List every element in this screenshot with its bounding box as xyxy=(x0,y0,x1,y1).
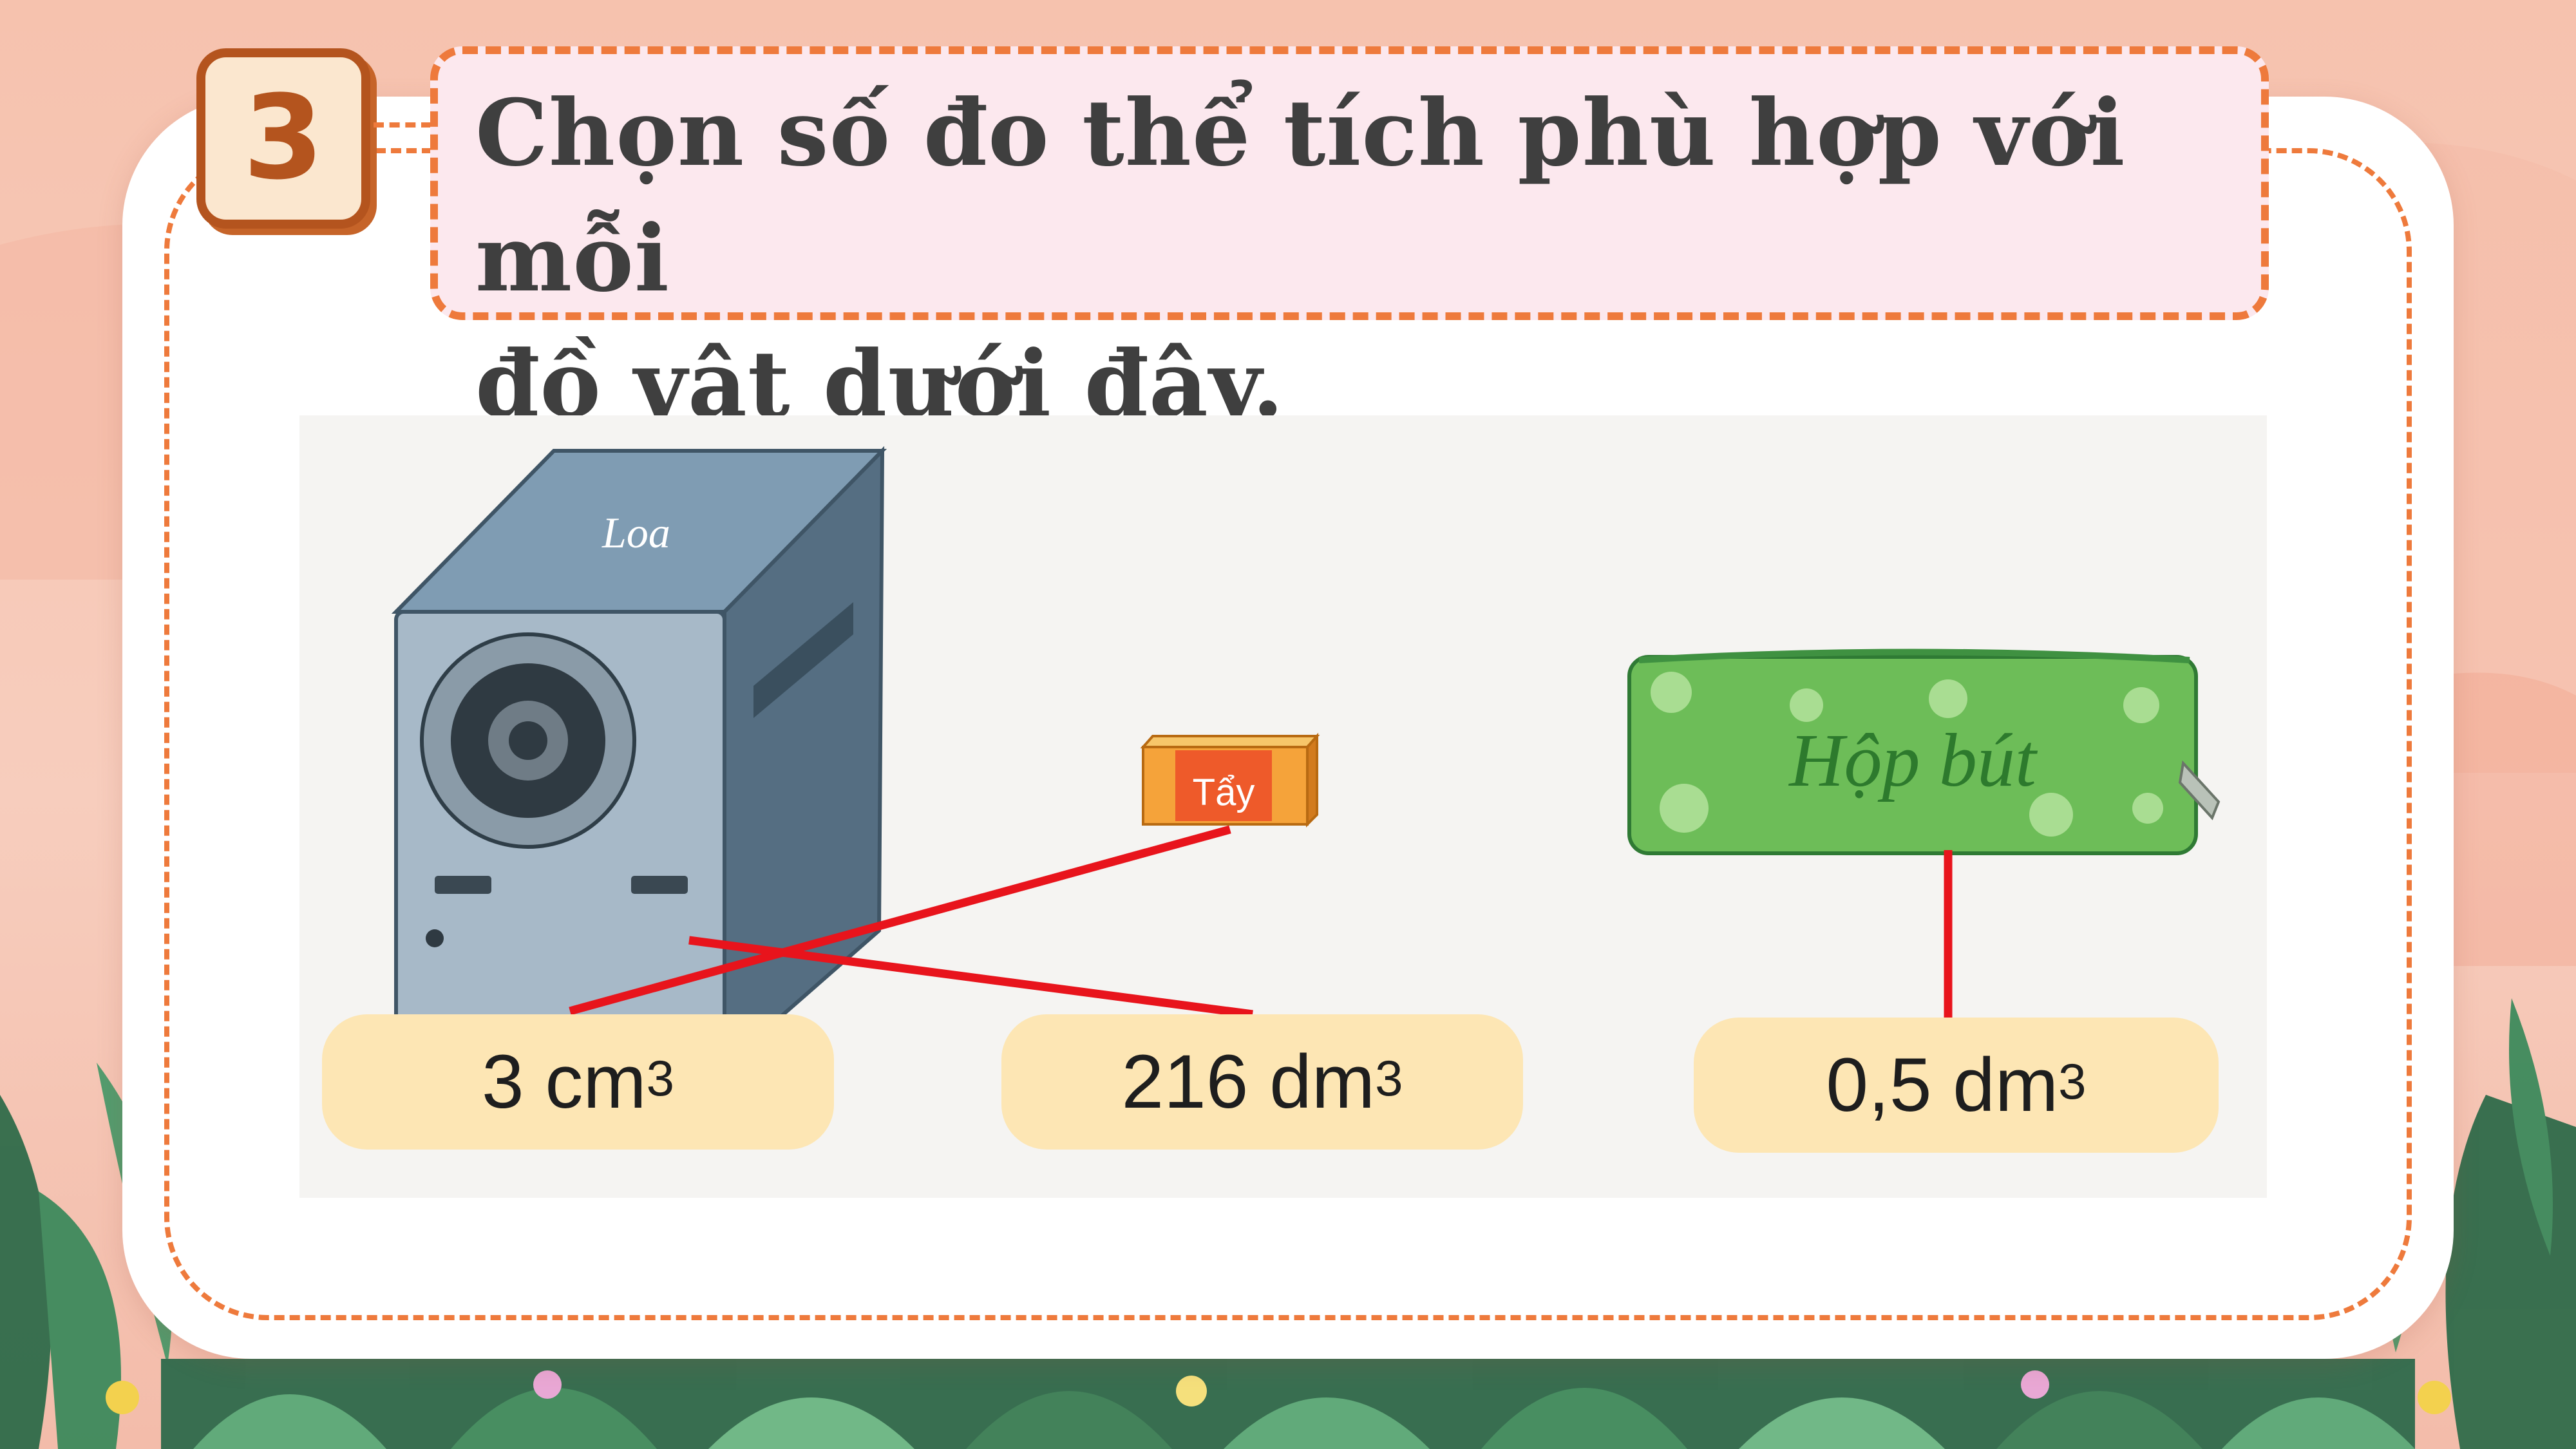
question-title-line-1: Chọn số đo thể tích phù hợp với mỗi xyxy=(475,80,2126,312)
question-number-badge: 3 xyxy=(196,48,370,229)
pencil-case-label: Hộp bút xyxy=(1788,718,2038,802)
question-number: 3 xyxy=(243,71,324,205)
exercise-panel: Loa Tẩy Hộp bút 3 cm 3 216 dm 3 0,5 dm 3 xyxy=(299,415,2267,1198)
question-title-box: Chọn số đo thể tích phù hợp với mỗi đồ v… xyxy=(430,46,2269,438)
answer-exponent-3cm3: 3 xyxy=(646,1049,675,1106)
answer-box-3cm3[interactable]: 3 cm 3 xyxy=(322,1014,834,1150)
answer-text-216dm3: 216 dm xyxy=(1121,1039,1376,1124)
eraser-label: Tẩy xyxy=(1193,772,1255,813)
speaker-label: Loa xyxy=(601,508,670,557)
badge-connector xyxy=(374,122,431,128)
answer-text-0-5dm3: 0,5 dm xyxy=(1826,1043,2059,1128)
answer-exponent-0-5dm3: 3 xyxy=(2058,1052,2087,1110)
answer-text-3cm3: 3 cm xyxy=(481,1039,647,1124)
answer-box-216dm3[interactable]: 216 dm 3 xyxy=(1001,1014,1523,1150)
answer-exponent-216dm3: 3 xyxy=(1375,1049,1403,1106)
answer-box-0-5dm3[interactable]: 0,5 dm 3 xyxy=(1694,1018,2219,1153)
